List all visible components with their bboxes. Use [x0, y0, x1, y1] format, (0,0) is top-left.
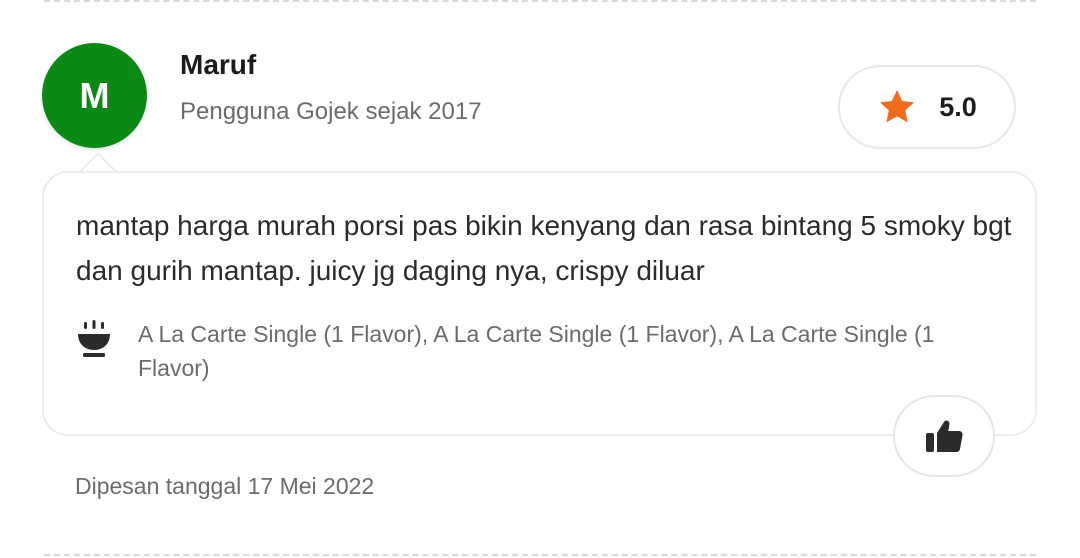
- ordered-items-text: A La Carte Single (1 Flavor), A La Carte…: [138, 321, 935, 381]
- review-entry: M Maruf Pengguna Gojek sejak 2017 5.0 ma…: [0, 0, 1080, 558]
- like-button[interactable]: [893, 395, 995, 477]
- avatar-initial: M: [79, 74, 110, 116]
- ordered-items: A La Carte Single (1 Flavor), A La Carte…: [76, 317, 996, 385]
- divider-bottom: [44, 554, 1036, 556]
- review-card: mantap harga murah porsi pas bikin kenya…: [42, 171, 1037, 436]
- thumbs-up-icon: [926, 420, 963, 452]
- review-text: mantap harga murah porsi pas bikin kenya…: [76, 210, 1012, 286]
- rating-badge: 5.0: [838, 65, 1016, 149]
- reviewer-since: Pengguna Gojek sejak 2017: [180, 98, 482, 125]
- star-icon: [880, 90, 915, 123]
- divider-top: [44, 0, 1036, 2]
- order-date: Dipesan tanggal 17 Mei 2022: [75, 473, 375, 499]
- bowl-icon: [78, 320, 110, 357]
- avatar: M: [42, 43, 147, 148]
- rating-value: 5.0: [939, 91, 977, 122]
- reviewer-name: Maruf: [180, 49, 257, 80]
